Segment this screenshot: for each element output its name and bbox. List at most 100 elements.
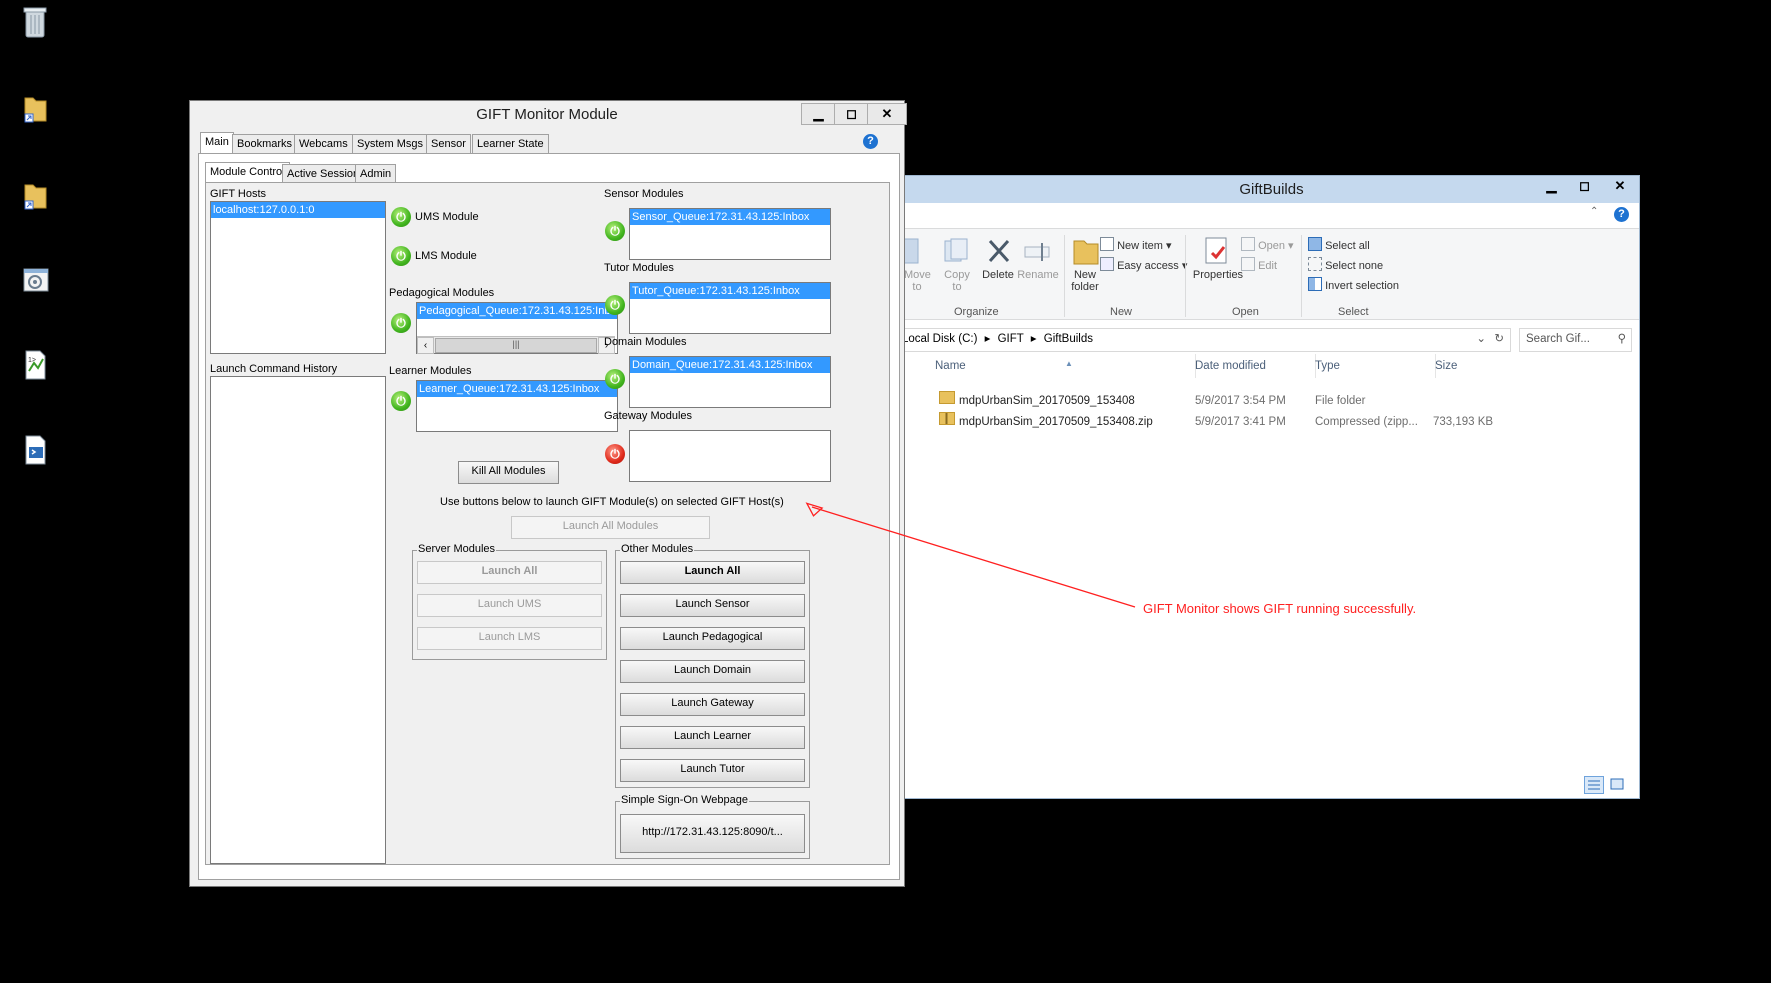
tab-main[interactable]: Main	[200, 132, 234, 155]
scroll-left-icon[interactable]: ‹	[417, 337, 434, 354]
open-button[interactable]: Open ▾	[1241, 237, 1294, 252]
breadcrumb-local-disk[interactable]: Local Disk (C:)	[902, 333, 977, 345]
annotation-arrow	[805, 502, 1136, 608]
launch-pedagogical-button[interactable]: Launch Pedagogical	[620, 627, 805, 650]
open-icon	[1241, 237, 1255, 251]
domain-list[interactable]: Domain_Queue:172.31.43.125:Inbox	[629, 356, 831, 408]
sso-url-button[interactable]: http://172.31.43.125:8090/t...	[620, 814, 805, 853]
address-bar[interactable]: Local Disk (C:) ▸ GIFT ▸ GiftBuilds ⌄ ↻	[902, 328, 1511, 352]
other-launch-all-button[interactable]: Launch All	[620, 561, 805, 584]
powershell-file-icon	[19, 432, 51, 466]
svg-text:1>: 1>	[28, 357, 36, 364]
invert-selection-button[interactable]: Invert selection	[1308, 277, 1399, 292]
horizontal-scrollbar[interactable]: ‹ ||| ›	[417, 336, 615, 354]
select-none-button[interactable]: Select none	[1308, 257, 1383, 272]
server-launch-all-button[interactable]: Launch All	[417, 561, 602, 584]
maximize-button[interactable]: ◻	[834, 103, 869, 125]
easy-access-button[interactable]: Easy access ▾	[1100, 257, 1187, 272]
help-icon[interactable]: ?	[863, 134, 878, 149]
ribbon-separator	[1185, 235, 1186, 317]
launch-lms-button[interactable]: Launch LMS	[417, 627, 602, 650]
minimize-button[interactable]: ▁	[1535, 176, 1568, 196]
column-header-type[interactable]: Type	[1309, 354, 1436, 378]
tab-bookmarks[interactable]: Bookmarks	[232, 134, 298, 155]
pedagogical-list[interactable]: Pedagogical_Queue:172.31.43.125:Inbox ‹ …	[416, 302, 618, 354]
address-dropdown-icon[interactable]: ⌄	[1476, 329, 1486, 349]
desktop-icon-rungift-bat[interactable]: runGIFT.bat	[0, 263, 75, 313]
desktop-icon-label: runGIFT.ps1	[0, 470, 56, 482]
file-row[interactable]: mdpUrbanSim_20170509_153408 5/9/2017 3:5…	[939, 391, 1509, 411]
launch-domain-button[interactable]: Launch Domain	[620, 660, 805, 683]
launch-sensor-button[interactable]: Launch Sensor	[620, 594, 805, 617]
desktop-icon-recycle-bin[interactable]: Recycle Bin	[0, 5, 75, 55]
desktop-icon-deployed-shortcut[interactable]: deployedG... (shortcut)	[0, 177, 107, 227]
maximize-button[interactable]: ◻	[1568, 176, 1601, 196]
kill-all-modules-button[interactable]: Kill All Modules	[458, 461, 559, 484]
launch-learner-button[interactable]: Launch Learner	[620, 726, 805, 749]
move-to-button[interactable]: Move to	[904, 269, 931, 293]
learner-list[interactable]: Learner_Queue:172.31.43.125:Inbox	[416, 380, 618, 432]
minimize-button[interactable]: ▁	[801, 103, 836, 125]
list-item[interactable]: Domain_Queue:172.31.43.125:Inbox	[630, 357, 830, 373]
refresh-icon[interactable]: ↻	[1494, 329, 1504, 349]
new-folder-button[interactable]: New folder	[1064, 269, 1106, 293]
desktop-icon-rungift-ps1[interactable]: runGIFT.ps1	[0, 432, 75, 482]
edit-icon	[1241, 257, 1255, 271]
new-item-button[interactable]: New item ▾	[1100, 237, 1171, 252]
tutor-list[interactable]: Tutor_Queue:172.31.43.125:Inbox	[629, 282, 831, 334]
gift-hosts-list[interactable]: localhost:127.0.0.1:0	[210, 201, 386, 354]
search-icon: ⚲	[1617, 333, 1626, 345]
launch-instructions: Use buttons below to launch GIFT Module(…	[440, 496, 784, 508]
column-header-size[interactable]: Size	[1429, 354, 1515, 378]
domain-status-icon	[605, 369, 625, 389]
ribbon-collapse-icon[interactable]: ⌃	[1590, 206, 1598, 217]
launch-gateway-button[interactable]: Launch Gateway	[620, 693, 805, 716]
large-icons-view-icon[interactable]	[1608, 776, 1628, 794]
close-button[interactable]: ✕	[1601, 176, 1639, 196]
edit-button[interactable]: Edit	[1241, 257, 1277, 272]
copy-to-button[interactable]: Copy to	[941, 269, 973, 293]
list-item[interactable]: Learner_Queue:172.31.43.125:Inbox	[417, 381, 617, 397]
launch-all-modules-button[interactable]: Launch All Modules	[511, 516, 710, 539]
gateway-list[interactable]	[629, 430, 831, 482]
scroll-thumb[interactable]: |||	[435, 338, 597, 353]
file-name: mdpUrbanSim_20170509_153408.zip	[959, 416, 1153, 428]
launch-tutor-button[interactable]: Launch Tutor	[620, 759, 805, 782]
column-header-name[interactable]: Name	[929, 354, 1196, 378]
close-button[interactable]: ✕	[867, 103, 907, 125]
help-icon[interactable]: ?	[1614, 207, 1629, 222]
list-item[interactable]: Tutor_Queue:172.31.43.125:Inbox	[630, 283, 830, 299]
delete-button[interactable]: Delete	[977, 269, 1019, 281]
desktop-icon-gift-shortcut[interactable]: GIFT - Shortcut	[0, 90, 75, 140]
launch-ums-button[interactable]: Launch UMS	[417, 594, 602, 617]
pedagogical-label: Pedagogical Modules	[389, 287, 495, 299]
desktop-icon-rungift-log[interactable]: 1> runGIFT.log	[0, 347, 75, 397]
copy-to-icon	[941, 237, 971, 267]
breadcrumb-giftbuilds[interactable]: GiftBuilds	[1044, 333, 1093, 345]
list-item[interactable]: Sensor_Queue:172.31.43.125:Inbox	[630, 209, 830, 225]
details-view-icon[interactable]	[1584, 776, 1604, 794]
tab-webcams[interactable]: Webcams	[294, 134, 353, 155]
ribbon-separator	[1301, 235, 1302, 317]
select-all-button[interactable]: Select all	[1308, 237, 1370, 252]
desktop-icon-label: runGIFT.log	[0, 385, 53, 397]
easy-access-icon	[1100, 257, 1114, 271]
list-item[interactable]: localhost:127.0.0.1:0	[211, 202, 385, 218]
search-input[interactable]: Search Gif... ⚲	[1519, 328, 1632, 352]
column-header-date[interactable]: Date modified	[1189, 354, 1316, 378]
easy-access-label: Easy access	[1117, 260, 1179, 272]
file-row[interactable]: mdpUrbanSim_20170509_153408.zip 5/9/2017…	[939, 412, 1509, 432]
ums-status-icon	[391, 207, 411, 227]
properties-button[interactable]: Properties	[1190, 269, 1246, 281]
desktop-icon-label: Recycle Bin	[0, 43, 54, 55]
launch-history-list[interactable]	[210, 376, 386, 864]
tab-system-msgs[interactable]: System Msgs	[352, 134, 429, 155]
delete-icon	[984, 237, 1014, 267]
tab-learner-state[interactable]: Learner State	[472, 134, 549, 155]
breadcrumb-gift[interactable]: GIFT	[998, 333, 1024, 345]
rename-button[interactable]: Rename	[1017, 269, 1059, 281]
tab-sensor[interactable]: Sensor	[426, 134, 471, 155]
list-item[interactable]: Pedagogical_Queue:172.31.43.125:Inbox	[417, 303, 617, 319]
sensor-list[interactable]: Sensor_Queue:172.31.43.125:Inbox	[629, 208, 831, 260]
annotation-text: GIFT Monitor shows GIFT running successf…	[1143, 601, 1417, 616]
